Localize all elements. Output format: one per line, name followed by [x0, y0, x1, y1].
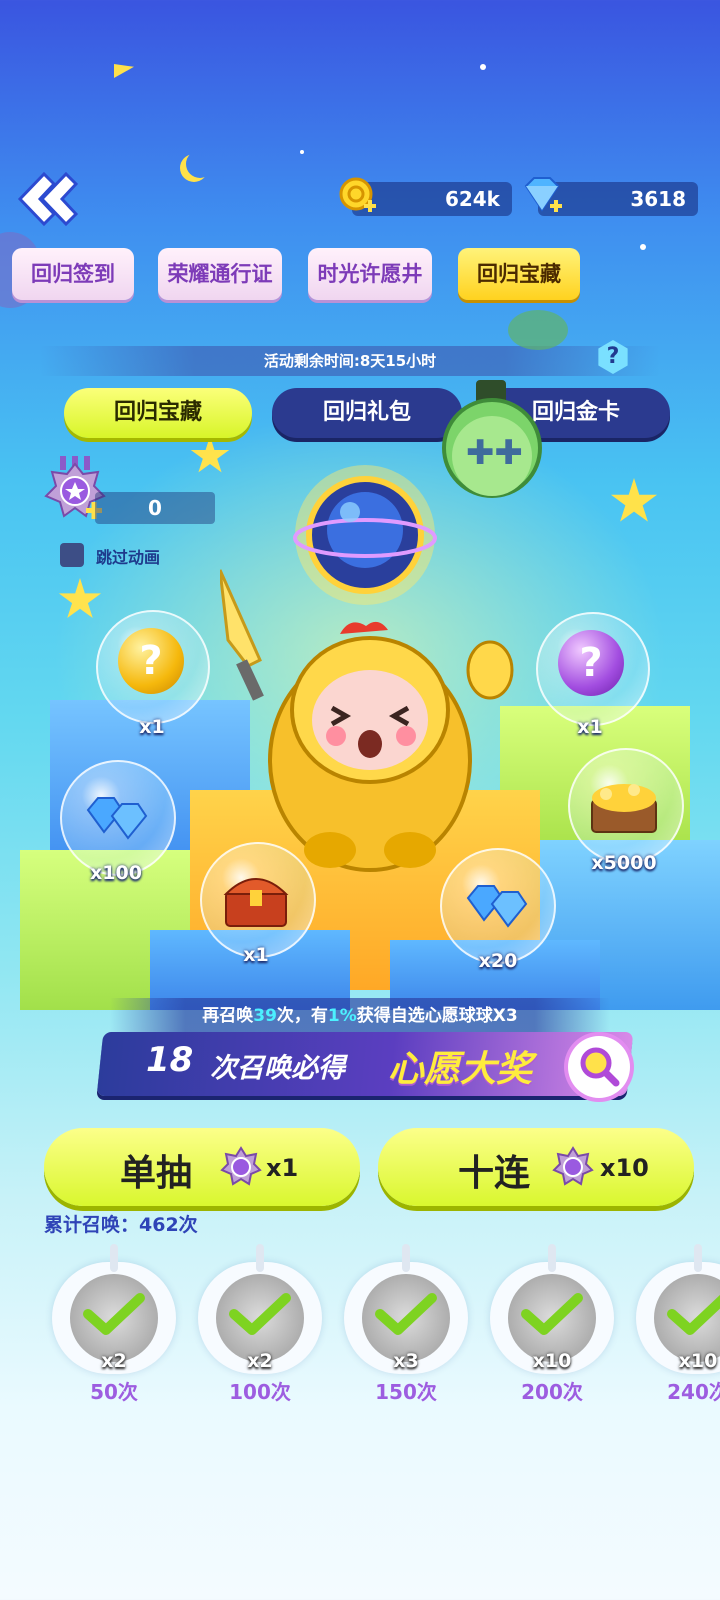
event-timer: 活动剩余时间:8天15小时: [40, 346, 660, 376]
prize-preview-button[interactable]: [568, 1036, 630, 1098]
moon-decoration: [186, 150, 214, 178]
ten-draw-label: 十连: [458, 1153, 531, 1194]
gem-icon[interactable]: [520, 176, 562, 216]
milestone-reward[interactable]: x3 150次: [344, 1244, 468, 1404]
diamond-pile-icon: [82, 790, 152, 840]
subtab-return-pack[interactable]: 回归礼包: [272, 388, 462, 438]
tab-return-signin[interactable]: 回归签到: [12, 248, 134, 300]
single-draw-label: 单抽: [120, 1153, 193, 1194]
reward-qty: x1: [577, 716, 603, 738]
magnifier-icon: [580, 1047, 620, 1087]
ten-draw-cost: x10: [600, 1154, 649, 1182]
skip-animation-label: 跳过动画: [96, 548, 161, 567]
svg-text:✚✚: ✚✚: [466, 433, 523, 473]
reward-qty: x100: [90, 862, 142, 884]
milestone-reward[interactable]: x10 200次: [490, 1244, 614, 1404]
gold-treasure-chest-icon: [586, 778, 662, 834]
summon-token-count: 0: [95, 492, 215, 524]
purple-mystery-orb-icon: ?: [558, 630, 624, 696]
flag-decoration: [114, 64, 134, 78]
potion-flask-decoration: ✚✚: [436, 380, 548, 500]
coin-icon[interactable]: [338, 176, 378, 216]
leaf-decoration: [508, 310, 568, 350]
check-icon: [83, 1293, 145, 1335]
note-prefix: 再召唤: [202, 1006, 254, 1026]
summon-progress-note: 再召唤39次，有1%获得自选心愿球球X3: [110, 998, 610, 1034]
reward-qty: x20: [478, 950, 518, 972]
check-icon: [375, 1293, 437, 1335]
note-percent: 1%: [327, 1006, 357, 1026]
reward-qty: x5000: [591, 852, 657, 874]
tab-return-treasure[interactable]: 回归宝藏: [458, 248, 580, 300]
tab-glory-pass[interactable]: 荣耀通行证: [158, 248, 282, 300]
milestone-label: 150次: [375, 1380, 437, 1404]
milestone-label: 100次: [229, 1380, 291, 1404]
milestone-multiplier: x2: [247, 1350, 273, 1372]
single-draw-button[interactable]: [44, 1128, 360, 1206]
gold-mystery-orb-icon: ?: [118, 628, 184, 694]
milestone-multiplier: x10: [678, 1350, 718, 1372]
wish-orb: [290, 460, 440, 610]
note-middle: 次，有: [276, 1006, 328, 1026]
milestone-label: 200次: [521, 1380, 583, 1404]
milestone-multiplier: x10: [532, 1350, 572, 1372]
note-count: 39: [253, 1006, 277, 1026]
check-icon: [667, 1294, 720, 1335]
cumulative-summons: 累计召唤：462次: [44, 1214, 198, 1236]
back-button[interactable]: [14, 170, 79, 228]
summon-token-icon: [552, 1146, 594, 1188]
small-diamond-pile-icon: [462, 878, 532, 928]
milestone-reward[interactable]: x10 240次: [636, 1244, 720, 1404]
guarantee-text: 次召唤必得: [210, 1053, 345, 1084]
note-suffix: 获得自选心愿球球X3: [356, 1006, 518, 1026]
check-icon: [229, 1293, 291, 1335]
reward-qty: x1: [139, 716, 165, 738]
summon-token-icon: [220, 1146, 262, 1188]
tab-wishing-well[interactable]: 时光许愿井: [308, 248, 432, 300]
subtab-return-treasure[interactable]: 回归宝藏: [64, 388, 252, 438]
reward-qty: x1: [243, 944, 269, 966]
double-chevron-left-icon: [17, 171, 79, 227]
milestone-multiplier: x2: [101, 1350, 127, 1372]
skip-animation-checkbox[interactable]: [60, 543, 84, 567]
guarantee-number: 18: [146, 1040, 194, 1080]
milestone-label: 50次: [90, 1380, 138, 1404]
check-icon: [521, 1293, 583, 1335]
milestone-reward[interactable]: x2 50次: [52, 1244, 176, 1404]
guarantee-prize: 心愿大奖: [388, 1049, 533, 1090]
milestone-label: 240次: [667, 1380, 720, 1404]
red-chest-icon: [220, 866, 292, 930]
milestone-reward[interactable]: x2 100次: [198, 1244, 322, 1404]
single-draw-cost: x1: [266, 1154, 299, 1182]
milestone-multiplier: x3: [393, 1350, 419, 1372]
